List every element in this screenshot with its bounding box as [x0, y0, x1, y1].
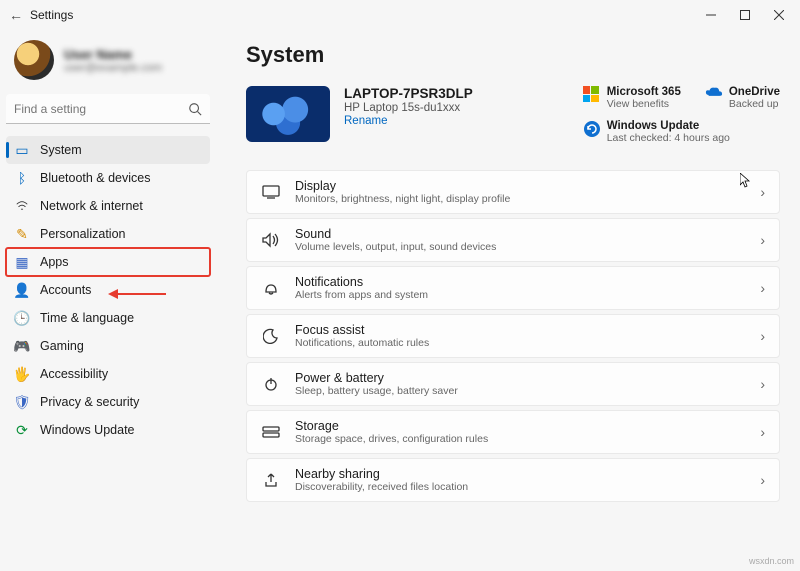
chevron-right-icon: ›: [760, 232, 765, 248]
rename-link[interactable]: Rename: [344, 115, 473, 127]
page-title: System: [246, 42, 780, 68]
item-power[interactable]: Power & batterySleep, battery usage, bat…: [246, 362, 780, 406]
onedrive-icon: [705, 86, 723, 104]
item-storage[interactable]: StorageStorage space, drives, configurat…: [246, 410, 780, 454]
search-box[interactable]: [6, 94, 210, 124]
device-model: HP Laptop 15s-du1xxx: [344, 102, 473, 114]
sidebar-item-label: Accessibility: [40, 367, 108, 381]
minimize-button[interactable]: [694, 3, 728, 27]
sidebar-item-label: Personalization: [40, 227, 125, 241]
card-microsoft-365[interactable]: Microsoft 365View benefits: [583, 86, 681, 110]
sidebar-item-label: Network & internet: [40, 199, 143, 213]
moon-icon: [261, 326, 281, 346]
settings-item-list: DisplayMonitors, brightness, night light…: [246, 170, 780, 502]
bell-icon: [261, 278, 281, 298]
user-email: user@example.com: [64, 62, 162, 74]
close-button[interactable]: [762, 3, 796, 27]
nav-menu: ▭ System ᛒ Bluetooth & devices Network &…: [6, 136, 210, 444]
sidebar-item-accessibility[interactable]: 🖐 Accessibility: [6, 360, 210, 388]
device-name: LAPTOP-7PSR3DLP: [344, 86, 473, 101]
gaming-icon: 🎮: [14, 338, 30, 354]
item-nearby-sharing[interactable]: Nearby sharingDiscoverability, received …: [246, 458, 780, 502]
sidebar-item-label: Bluetooth & devices: [40, 171, 151, 185]
window-title: Settings: [30, 8, 73, 22]
power-icon: [261, 374, 281, 394]
wifi-icon: [14, 198, 30, 214]
search-input[interactable]: [14, 102, 188, 116]
device-wallpaper: [246, 86, 330, 142]
brush-icon: ✎: [14, 226, 30, 242]
chevron-right-icon: ›: [760, 280, 765, 296]
update-icon: ⟳: [14, 422, 30, 438]
back-button[interactable]: ←: [4, 7, 28, 23]
search-icon: [188, 102, 202, 116]
sidebar-item-gaming[interactable]: 🎮 Gaming: [6, 332, 210, 360]
sidebar: User Name user@example.com ▭ System ᛒ Bl…: [0, 30, 216, 571]
chevron-right-icon: ›: [760, 376, 765, 392]
avatar: [14, 40, 54, 80]
shield-icon: 🛡: [14, 394, 30, 410]
user-name: User Name: [64, 47, 162, 62]
watermark: wsxdn.com: [749, 556, 794, 566]
storage-icon: [261, 422, 281, 442]
sidebar-item-label: System: [40, 143, 82, 157]
chevron-right-icon: ›: [760, 472, 765, 488]
maximize-button[interactable]: [728, 3, 762, 27]
sidebar-item-bluetooth[interactable]: ᛒ Bluetooth & devices: [6, 164, 210, 192]
sidebar-item-label: Accounts: [40, 283, 91, 297]
system-icon: ▭: [14, 142, 30, 158]
chevron-right-icon: ›: [760, 184, 765, 200]
sidebar-item-privacy[interactable]: 🛡 Privacy & security: [6, 388, 210, 416]
share-icon: [261, 470, 281, 490]
device-info-row: LAPTOP-7PSR3DLP HP Laptop 15s-du1xxx Ren…: [246, 86, 780, 144]
sidebar-item-time[interactable]: 🕒 Time & language: [6, 304, 210, 332]
item-focus-assist[interactable]: Focus assistNotifications, automatic rul…: [246, 314, 780, 358]
sidebar-item-apps[interactable]: ▦ Apps: [6, 248, 210, 276]
accessibility-icon: 🖐: [14, 366, 30, 382]
sidebar-item-label: Windows Update: [40, 423, 135, 437]
item-sound[interactable]: SoundVolume levels, output, input, sound…: [246, 218, 780, 262]
sidebar-item-update[interactable]: ⟳ Windows Update: [6, 416, 210, 444]
accounts-icon: 👤: [14, 282, 30, 298]
main-content: System LAPTOP-7PSR3DLP HP Laptop 15s-du1…: [216, 30, 800, 571]
sidebar-item-label: Apps: [40, 255, 69, 269]
user-profile[interactable]: User Name user@example.com: [6, 34, 210, 94]
sidebar-item-label: Privacy & security: [40, 395, 139, 409]
item-display[interactable]: DisplayMonitors, brightness, night light…: [246, 170, 780, 214]
sound-icon: [261, 230, 281, 250]
chevron-right-icon: ›: [760, 424, 765, 440]
display-icon: [261, 182, 281, 202]
microsoft-logo-icon: [583, 86, 601, 104]
title-bar: ← Settings: [0, 0, 800, 30]
chevron-right-icon: ›: [760, 328, 765, 344]
card-onedrive[interactable]: OneDriveBacked up: [705, 86, 780, 110]
apps-icon: ▦: [14, 254, 30, 270]
item-notifications[interactable]: NotificationsAlerts from apps and system…: [246, 266, 780, 310]
clock-icon: 🕒: [14, 310, 30, 326]
card-windows-update[interactable]: Windows UpdateLast checked: 4 hours ago: [583, 120, 780, 144]
sidebar-item-accounts[interactable]: 👤 Accounts: [6, 276, 210, 304]
sidebar-item-system[interactable]: ▭ System: [6, 136, 210, 164]
sidebar-item-label: Time & language: [40, 311, 134, 325]
bluetooth-icon: ᛒ: [14, 170, 30, 186]
sidebar-item-personalization[interactable]: ✎ Personalization: [6, 220, 210, 248]
sidebar-item-label: Gaming: [40, 339, 84, 353]
sidebar-item-network[interactable]: Network & internet: [6, 192, 210, 220]
update-sync-icon: [583, 120, 601, 138]
